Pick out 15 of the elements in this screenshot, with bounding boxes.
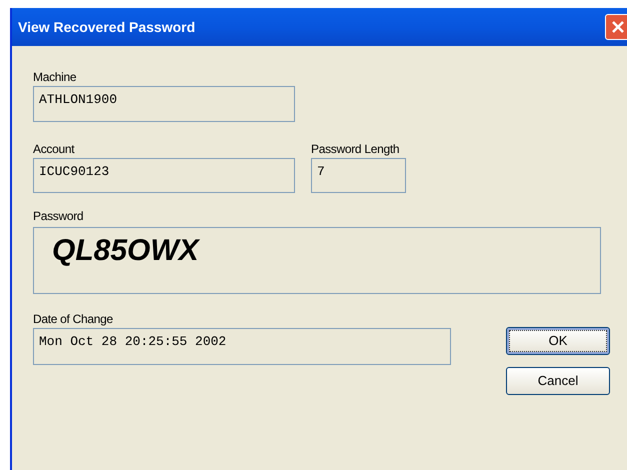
text-field[interactable]: Mon Oct 28 20:25:55 2002 — [33, 328, 451, 365]
dialog-button[interactable]: OK — [506, 327, 610, 355]
field-label: Machine — [33, 70, 78, 84]
field-label: Date of Change — [33, 312, 114, 326]
dialog-button[interactable]: Cancel — [506, 367, 610, 395]
window-title: View Recovered Password — [18, 18, 196, 36]
field-label: Password Length — [311, 142, 400, 156]
field-label: Account — [33, 142, 76, 156]
field-label: Password — [33, 209, 84, 223]
close-button[interactable] — [605, 14, 627, 40]
close-icon — [611, 20, 625, 34]
text-field[interactable]: 7 — [311, 158, 406, 193]
text-field[interactable]: QL85OWX — [33, 227, 601, 294]
text-field[interactable]: ICUC90123 — [33, 158, 295, 193]
text-field[interactable]: ATHLON1900 — [33, 86, 295, 122]
